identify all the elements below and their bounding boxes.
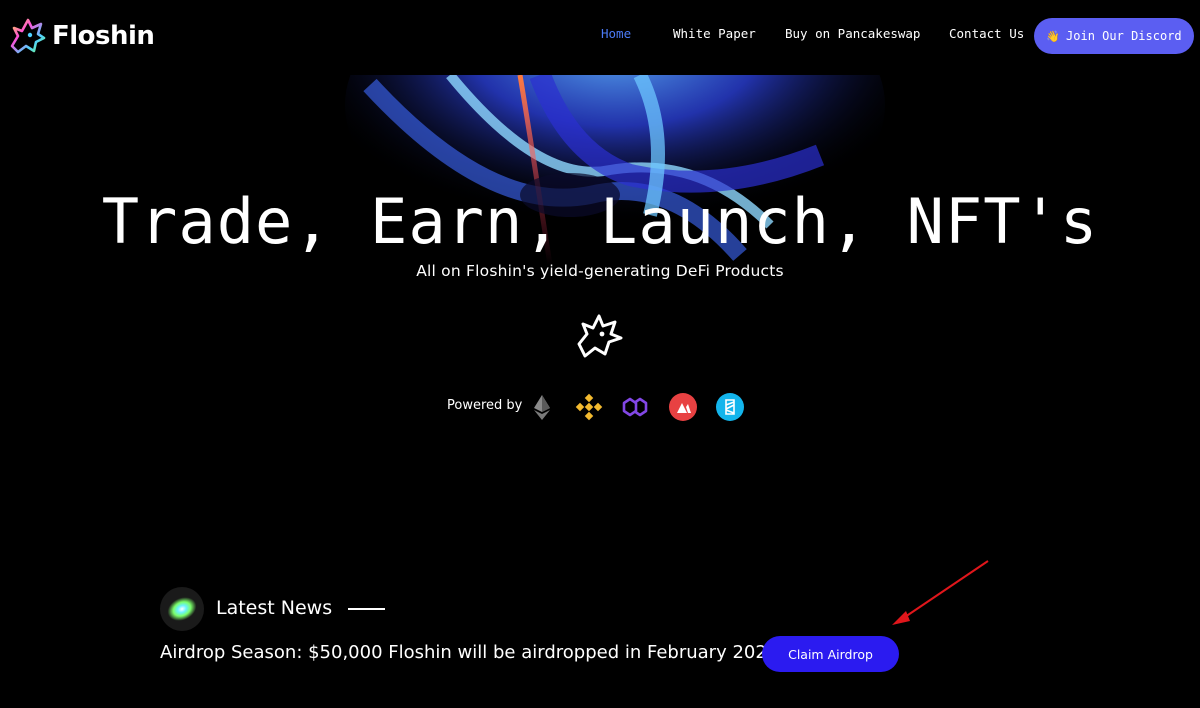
fantom-icon[interactable] xyxy=(716,393,744,421)
hero-title: Trade, Earn, Launch, NFT's xyxy=(101,185,1099,258)
floshin-mascot-icon xyxy=(577,314,623,358)
hero-subtitle: All on Floshin's yield-generating DeFi P… xyxy=(416,262,784,280)
join-discord-label: Join Our Discord xyxy=(1066,29,1182,43)
waving-hand-icon: 👋 xyxy=(1046,29,1061,43)
news-title-divider xyxy=(348,608,385,610)
floshin-logo-icon xyxy=(10,18,46,54)
binance-icon[interactable] xyxy=(575,393,603,421)
news-avatar-icon xyxy=(160,587,204,631)
powered-by-label: Powered by xyxy=(447,398,523,413)
join-discord-button[interactable]: 👋 Join Our Discord xyxy=(1034,18,1194,54)
nav-home[interactable]: Home xyxy=(601,26,631,46)
nav-contact-us[interactable]: Contact Us xyxy=(949,26,1024,46)
latest-news-title: Latest News xyxy=(216,597,333,619)
nav-white-paper[interactable]: White Paper xyxy=(673,26,756,46)
polygon-icon[interactable] xyxy=(621,393,649,421)
brand-name: Floshin xyxy=(52,21,155,51)
ethereum-icon[interactable] xyxy=(528,393,556,421)
claim-airdrop-button[interactable]: Claim Airdrop xyxy=(762,636,899,672)
nav-buy-pancakeswap[interactable]: Buy on Pancakeswap xyxy=(785,26,920,46)
brand-logo[interactable]: Floshin xyxy=(8,16,155,56)
news-text: Airdrop Season: $50,000 Floshin will be … xyxy=(160,642,784,663)
site-header: Floshin Home White Paper Buy on Pancakes… xyxy=(0,0,1200,75)
annotation-arrow-icon xyxy=(892,560,989,625)
avalanche-icon[interactable] xyxy=(669,393,697,421)
